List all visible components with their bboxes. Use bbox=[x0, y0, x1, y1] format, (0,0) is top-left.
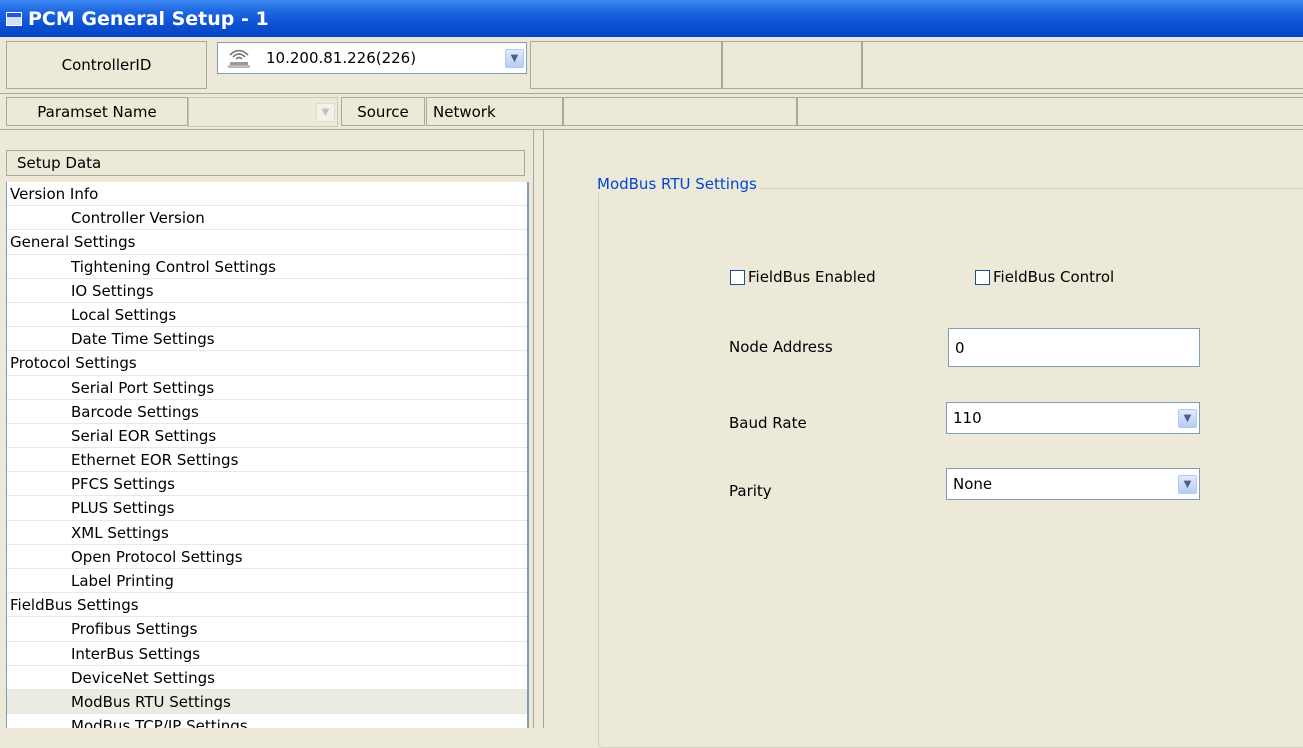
window-title: PCM General Setup - 1 bbox=[28, 7, 269, 30]
parity-select[interactable]: None ▼ bbox=[946, 468, 1200, 500]
controller-id-label: ControllerID bbox=[61, 56, 152, 74]
controller-select[interactable]: 10.200.81.226(226) ▼ bbox=[217, 42, 527, 74]
node-address-input[interactable]: 0 bbox=[948, 328, 1200, 367]
setup-tree-panel: Setup Data Version Info Controller Versio… bbox=[0, 130, 534, 728]
window-titlebar[interactable]: PCM General Setup - 1 bbox=[0, 0, 1303, 37]
tree-child-item[interactable]: Barcode Settings bbox=[7, 400, 527, 424]
fieldbus-enabled-checkbox[interactable]: FieldBus Enabled bbox=[730, 268, 876, 286]
tree-category-item[interactable]: General Settings bbox=[7, 230, 527, 255]
parity-value: None bbox=[953, 475, 993, 493]
fieldbus-control-checkbox[interactable]: FieldBus Control bbox=[975, 268, 1114, 286]
source-value: Network bbox=[433, 102, 496, 121]
controller-id-label-cell: ControllerID bbox=[6, 41, 207, 89]
tree-column-header[interactable]: Setup Data bbox=[6, 150, 525, 176]
tree-child-item[interactable]: Ethernet EOR Settings bbox=[7, 448, 527, 473]
toolbar-spacer-5 bbox=[797, 97, 1303, 126]
tree-category-item[interactable]: Protocol Settings bbox=[7, 351, 527, 376]
checkbox-box[interactable] bbox=[975, 269, 990, 285]
node-address-value: 0 bbox=[955, 338, 965, 357]
tree-child-item[interactable]: ModBus TCP/IP Settings bbox=[7, 714, 527, 728]
fieldbus-control-label: FieldBus Control bbox=[993, 268, 1115, 286]
parity-label: Parity bbox=[729, 482, 772, 500]
chevron-down-icon[interactable]: ▼ bbox=[1178, 408, 1197, 428]
panel-splitter[interactable] bbox=[534, 130, 544, 728]
checkbox-box[interactable] bbox=[730, 269, 745, 285]
tree-child-item[interactable]: Serial EOR Settings bbox=[7, 424, 527, 449]
tree-child-item[interactable]: Label Printing bbox=[7, 569, 527, 594]
tree-child-item[interactable]: XML Settings bbox=[7, 521, 527, 545]
baud-rate-label: Baud Rate bbox=[729, 414, 807, 432]
paramset-select[interactable]: ▼ bbox=[188, 97, 338, 127]
paramset-label-cell: Paramset Name bbox=[6, 97, 188, 126]
controller-row: ControllerID 10.200.81.226(226) ▼ bbox=[0, 37, 1303, 94]
source-label-cell: Source bbox=[341, 97, 425, 126]
window-icon bbox=[6, 11, 22, 26]
baud-rate-value: 110 bbox=[953, 409, 982, 427]
tree-child-item[interactable]: DeviceNet Settings bbox=[7, 666, 527, 690]
paramset-row: Paramset Name ▼ Source Network bbox=[0, 94, 1303, 130]
baud-rate-select[interactable]: 110 ▼ bbox=[946, 402, 1200, 434]
tree-child-item[interactable]: ModBus RTU Settings bbox=[7, 689, 527, 715]
toolbar-spacer-1 bbox=[530, 41, 722, 89]
tree-child-item[interactable]: Controller Version bbox=[7, 206, 527, 231]
tree-child-item[interactable]: Date Time Settings bbox=[7, 327, 527, 352]
chevron-down-icon[interactable]: ▼ bbox=[505, 48, 524, 68]
tree-child-item[interactable]: Tightening Control Settings bbox=[7, 255, 527, 279]
tree-child-item[interactable]: Serial Port Settings bbox=[7, 376, 527, 400]
tree-child-item[interactable]: Profibus Settings bbox=[7, 617, 527, 642]
source-value-field: Network bbox=[426, 97, 563, 126]
tree-child-item[interactable]: PLUS Settings bbox=[7, 496, 527, 521]
chevron-down-icon[interactable]: ▼ bbox=[1178, 474, 1197, 494]
fieldbus-enabled-label: FieldBus Enabled bbox=[748, 268, 876, 286]
paramset-label: Paramset Name bbox=[37, 102, 157, 121]
toolbar-spacer-2 bbox=[722, 41, 862, 89]
settings-content: ModBus RTU Settings FieldBus Enabled Fie… bbox=[544, 130, 1303, 748]
toolbar-spacer-3 bbox=[862, 41, 1303, 89]
source-label: Source bbox=[357, 102, 409, 121]
toolbar-spacer-4 bbox=[563, 97, 797, 126]
node-address-label: Node Address bbox=[729, 338, 833, 356]
controller-value: 10.200.81.226(226) bbox=[266, 49, 417, 67]
tree-child-item[interactable]: PFCS Settings bbox=[7, 472, 527, 497]
tree-child-item[interactable]: InterBus Settings bbox=[7, 642, 527, 666]
network-icon bbox=[226, 46, 252, 70]
tree-child-item[interactable]: IO Settings bbox=[7, 279, 527, 303]
tree-category-item[interactable]: Version Info bbox=[7, 182, 527, 207]
tree-header-label: Setup Data bbox=[17, 154, 102, 172]
tree-category-item[interactable]: FieldBus Settings bbox=[7, 593, 527, 618]
chevron-down-icon[interactable]: ▼ bbox=[316, 102, 335, 122]
tree-child-item[interactable]: Open Protocol Settings bbox=[7, 545, 527, 569]
setup-tree[interactable]: Version Info Controller Version General Se… bbox=[6, 182, 529, 728]
modbus-group-title: ModBus RTU Settings bbox=[594, 175, 760, 193]
tree-child-item[interactable]: Local Settings bbox=[7, 303, 527, 328]
